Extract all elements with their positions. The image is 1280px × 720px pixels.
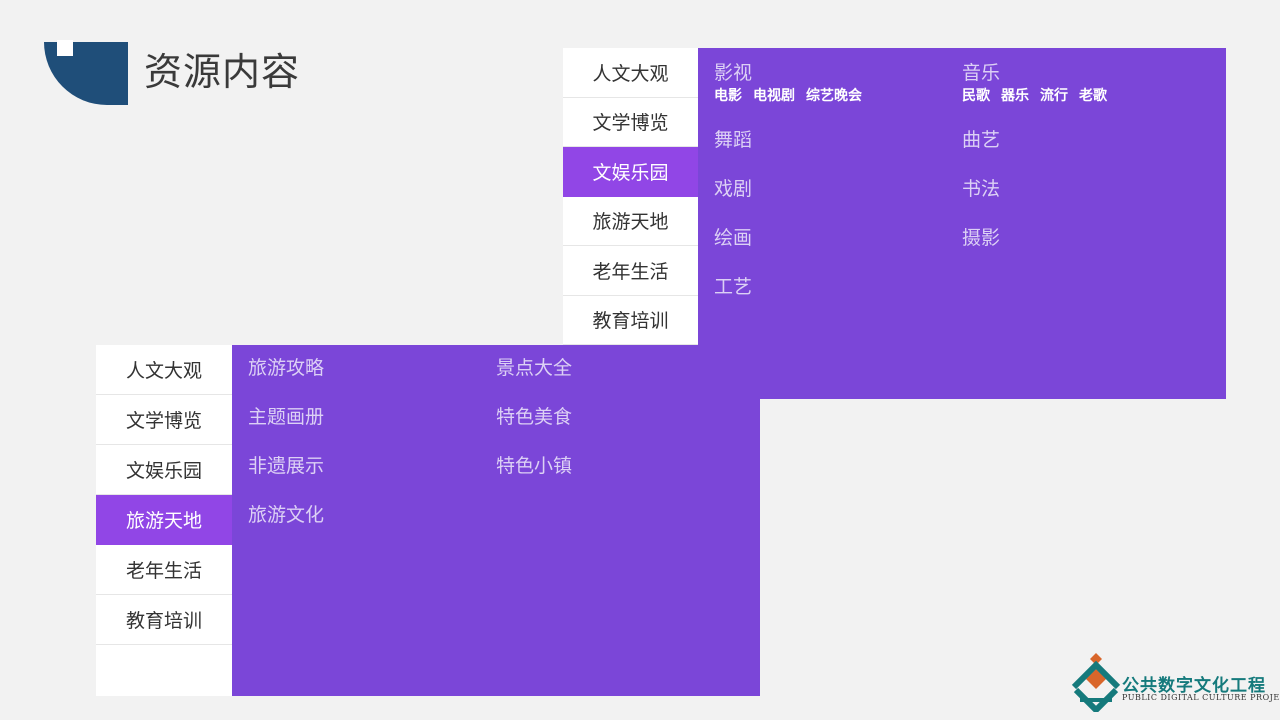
submenu-group-crafts: 工艺 (714, 274, 862, 300)
submenu-group-film: 影视 电影 电视剧 综艺晚会 (714, 60, 862, 105)
sub-link-list: 民歌 器乐 流行 老歌 (962, 87, 1107, 105)
submenu-link-intangible-heritage[interactable]: 非遗展示 (248, 453, 324, 479)
resource-menu-panel-travel: 人文大观 文学博览 文娱乐园 旅游天地 老年生活 教育培训 旅游攻略 主题画册 … (96, 345, 760, 696)
submenu-group-music: 音乐 民歌 器乐 流行 老歌 (962, 60, 1107, 105)
sub-link-list: 电影 电视剧 综艺晚会 (714, 87, 862, 105)
nav-item-education[interactable]: 教育培训 (563, 296, 698, 345)
submenu-group-featured-towns: 特色小镇 (496, 453, 572, 479)
submenu-group-intangible-heritage: 非遗展示 (248, 453, 324, 479)
submenu-link-crafts[interactable]: 工艺 (714, 274, 862, 300)
page-title: 资源内容 (144, 50, 301, 94)
nav-item-literature[interactable]: 文学博览 (563, 98, 698, 147)
category-nav: 人文大观 文学博览 文娱乐园 旅游天地 老年生活 教育培训 (96, 345, 232, 696)
submenu-link-theme-album[interactable]: 主题画册 (248, 404, 324, 430)
submenu-group-local-food: 特色美食 (496, 404, 572, 430)
sub-link-instrumental[interactable]: 器乐 (1001, 87, 1029, 105)
submenu-link-drama[interactable]: 戏剧 (714, 176, 862, 202)
submenu-content: 旅游攻略 主题画册 非遗展示 旅游文化 景点大全 特色美食 特色小镇 (232, 345, 760, 696)
submenu-group-travel-guide: 旅游攻略 (248, 355, 324, 381)
sub-link-oldies[interactable]: 老歌 (1079, 87, 1107, 105)
nav-item-senior-life[interactable]: 老年生活 (563, 246, 698, 296)
nav-item-travel[interactable]: 旅游天地 (96, 495, 232, 545)
submenu-link-music[interactable]: 音乐 (962, 60, 1107, 86)
submenu-group-attractions: 景点大全 (496, 355, 572, 381)
submenu-link-attractions[interactable]: 景点大全 (496, 355, 572, 381)
submenu-column: 影视 电影 电视剧 综艺晚会 舞蹈 戏剧 绘画 工艺 (714, 60, 862, 300)
submenu-link-travel-guide[interactable]: 旅游攻略 (248, 355, 324, 381)
submenu-group-quyi: 曲艺 (962, 127, 1107, 153)
title-decoration-notch (57, 40, 73, 56)
submenu-link-featured-towns[interactable]: 特色小镇 (496, 453, 572, 479)
submenu-content: 影视 电影 电视剧 综艺晚会 舞蹈 戏剧 绘画 工艺 音乐 民歌 器乐 流行 老… (698, 48, 1226, 399)
submenu-column: 旅游攻略 主题画册 非遗展示 旅游文化 (248, 355, 324, 528)
submenu-link-painting[interactable]: 绘画 (714, 225, 862, 251)
nav-item-travel[interactable]: 旅游天地 (563, 197, 698, 246)
submenu-column: 景点大全 特色美食 特色小镇 (496, 355, 572, 479)
logo-english-text: PUBLIC DIGITAL CULTURE PROJECT (1122, 693, 1280, 702)
submenu-group-painting: 绘画 (714, 225, 862, 251)
submenu-link-calligraphy[interactable]: 书法 (962, 176, 1107, 202)
submenu-link-dance[interactable]: 舞蹈 (714, 127, 862, 153)
nav-item-literature[interactable]: 文学博览 (96, 395, 232, 445)
category-nav: 人文大观 文学博览 文娱乐园 旅游天地 老年生活 教育培训 (563, 48, 698, 345)
nav-item-entertainment[interactable]: 文娱乐园 (563, 147, 698, 197)
sub-link-variety-show[interactable]: 综艺晚会 (806, 87, 862, 105)
submenu-link-travel-culture[interactable]: 旅游文化 (248, 502, 324, 528)
nav-item-culture[interactable]: 人文大观 (563, 48, 698, 98)
sub-link-pop[interactable]: 流行 (1040, 87, 1068, 105)
sub-link-movie[interactable]: 电影 (714, 87, 742, 105)
submenu-link-quyi[interactable]: 曲艺 (962, 127, 1107, 153)
nav-item-entertainment[interactable]: 文娱乐园 (96, 445, 232, 495)
submenu-group-calligraphy: 书法 (962, 176, 1107, 202)
nav-item-senior-life[interactable]: 老年生活 (96, 545, 232, 595)
submenu-group-drama: 戏剧 (714, 176, 862, 202)
sub-link-tv-drama[interactable]: 电视剧 (753, 87, 795, 105)
nav-item-culture[interactable]: 人文大观 (96, 345, 232, 395)
submenu-group-travel-culture: 旅游文化 (248, 502, 324, 528)
sub-link-folk-song[interactable]: 民歌 (962, 87, 990, 105)
submenu-group-dance: 舞蹈 (714, 127, 862, 153)
submenu-group-theme-album: 主题画册 (248, 404, 324, 430)
submenu-link-local-food[interactable]: 特色美食 (496, 404, 572, 430)
logo-mark-icon (1071, 653, 1121, 712)
submenu-link-film[interactable]: 影视 (714, 60, 862, 86)
nav-item-education[interactable]: 教育培训 (96, 595, 232, 645)
submenu-link-photography[interactable]: 摄影 (962, 225, 1107, 251)
submenu-group-photography: 摄影 (962, 225, 1107, 251)
public-digital-culture-logo: 公共数字文化工程 PUBLIC DIGITAL CULTURE PROJECT (1068, 652, 1280, 712)
submenu-column: 音乐 民歌 器乐 流行 老歌 曲艺 书法 摄影 (962, 60, 1107, 251)
